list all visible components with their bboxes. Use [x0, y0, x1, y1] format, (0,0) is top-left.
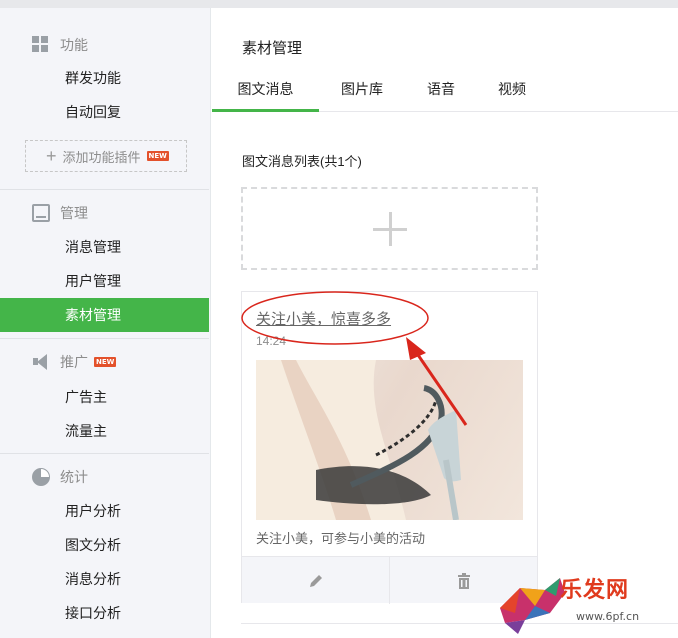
annotation-overlay	[241, 291, 468, 426]
bull-logo-icon	[500, 578, 565, 634]
watermark: 乐发网 www.6pf.cn	[490, 568, 678, 638]
annotation-ellipse	[241, 291, 429, 345]
watermark-text: 乐发网	[560, 577, 630, 603]
annotation-arrow-line	[414, 351, 468, 426]
annotation-arrow-head	[406, 337, 426, 360]
watermark-url: www.6pf.cn	[576, 610, 640, 623]
